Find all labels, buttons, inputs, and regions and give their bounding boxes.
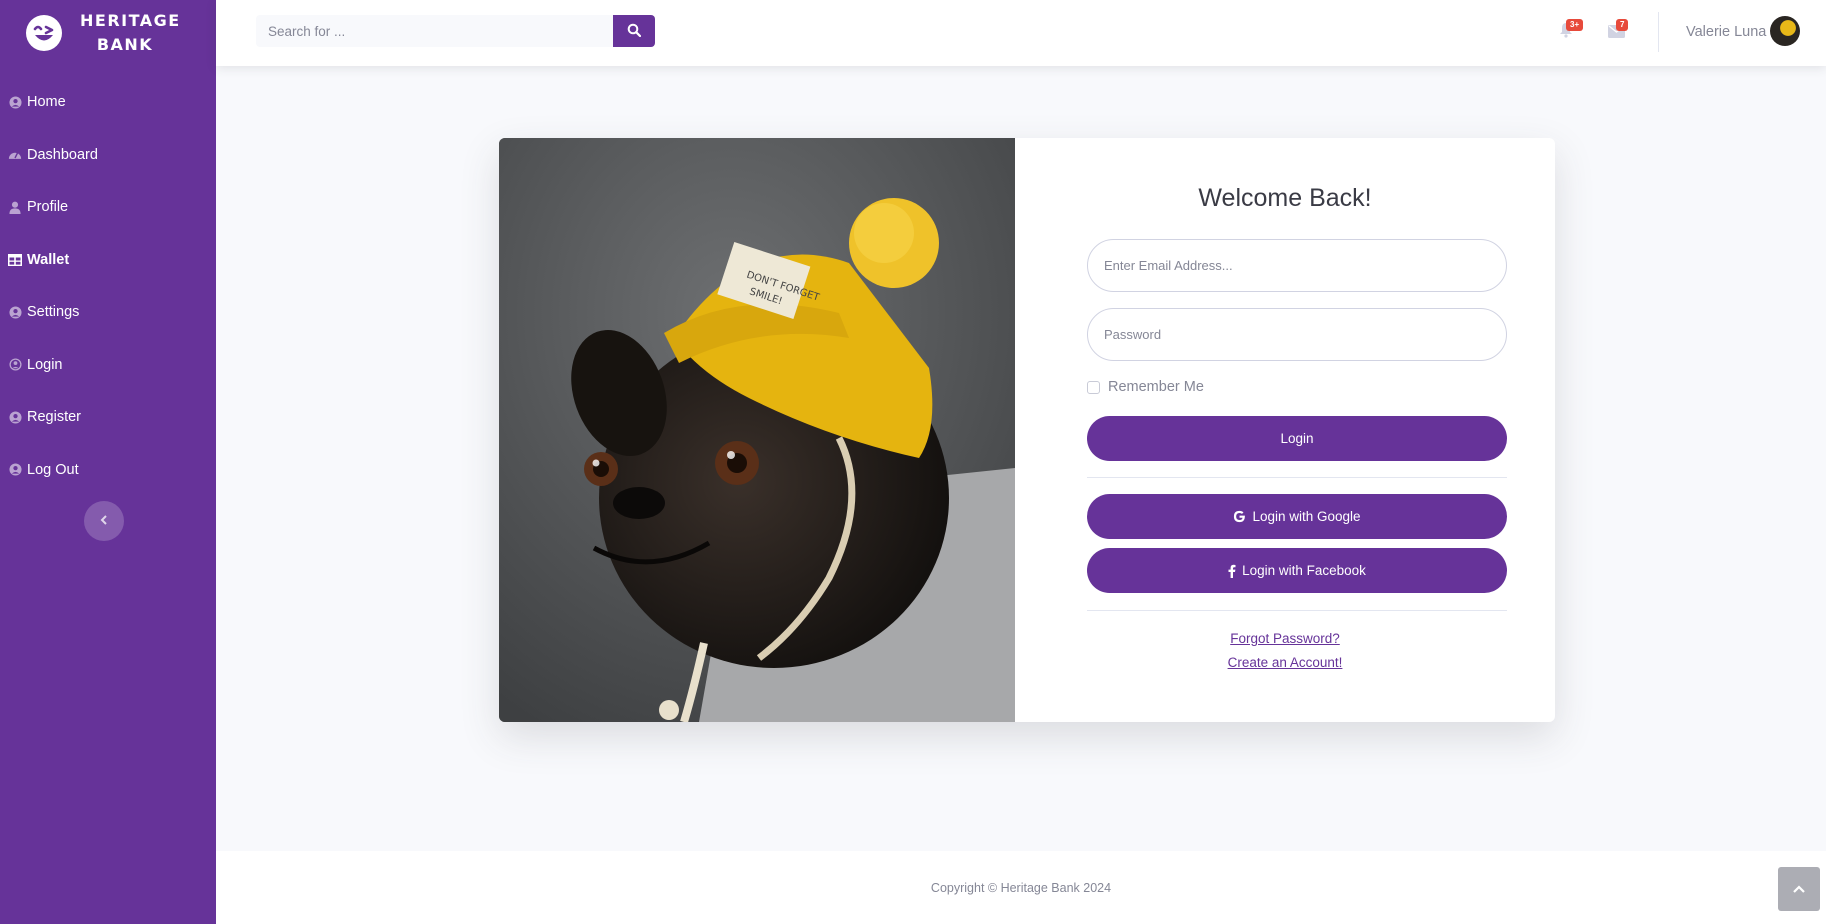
search-bar [256, 15, 656, 47]
footer: Copyright © Heritage Bank 2024 [216, 851, 1826, 924]
messages-badge: 7 [1616, 19, 1629, 31]
sidebar-item-home[interactable]: Home [0, 76, 216, 129]
sidebar-item-label: Wallet [27, 251, 70, 268]
divider [1087, 610, 1507, 611]
sidebar: HERITAGE BANK Home Dashboard Profile Wal… [0, 0, 216, 924]
sidebar-item-label: Register [27, 409, 81, 426]
brand-line2: BANK [96, 35, 154, 54]
remember-checkbox[interactable] [1087, 380, 1100, 394]
avatar[interactable] [1770, 16, 1800, 46]
login-card: DON'T FORGET SMILE! Welcome Back! Rememb… [499, 138, 1555, 722]
remember-label: Remember Me [1108, 379, 1204, 395]
remember-me[interactable]: Remember Me [1087, 379, 1204, 395]
page-title: Welcome Back! [1198, 184, 1372, 212]
login-facebook-label: Login with Facebook [1242, 563, 1366, 578]
sidebar-item-label: Login [27, 356, 63, 373]
scroll-to-top-button[interactable] [1778, 867, 1820, 911]
user-circle-icon [8, 463, 22, 477]
login-button-label: Login [1280, 431, 1314, 446]
create-account-link[interactable]: Create an Account! [1015, 655, 1555, 670]
login-google-label: Login with Google [1252, 509, 1361, 524]
topbar-divider [1658, 12, 1659, 52]
user-circle-icon [8, 410, 22, 424]
user-circle-outline-icon [8, 358, 22, 372]
copyright-text: Copyright © Heritage Bank 2024 [930, 881, 1112, 895]
sidebar-item-label: Home [27, 94, 66, 111]
sidebar-item-dashboard[interactable]: Dashboard [0, 129, 216, 182]
chevron-left-icon [100, 512, 108, 530]
forgot-password-link[interactable]: Forgot Password? [1015, 631, 1555, 646]
facebook-icon [1228, 564, 1236, 578]
sidebar-item-label: Dashboard [27, 146, 98, 163]
alerts-badge: 3+ [1566, 19, 1584, 31]
login-button[interactable]: Login [1087, 416, 1507, 461]
brand-line1: HERITAGE [80, 11, 181, 30]
sidebar-item-logout[interactable]: Log Out [0, 444, 216, 497]
login-form: Welcome Back! Remember Me Login Login wi… [1015, 138, 1555, 722]
messages-button[interactable]: 7 [1608, 19, 1629, 40]
password-field[interactable] [1087, 308, 1507, 361]
email-field[interactable] [1087, 239, 1507, 292]
sidebar-item-profile[interactable]: Profile [0, 181, 216, 234]
tachometer-icon [8, 148, 22, 162]
table-icon [8, 253, 22, 267]
google-icon [1233, 510, 1246, 523]
sidebar-nav: Home Dashboard Profile Wallet Settings L… [0, 76, 216, 496]
user-name[interactable]: Valerie Luna [1686, 24, 1766, 40]
search-button[interactable] [613, 15, 655, 47]
search-input[interactable] [256, 15, 613, 47]
chevron-up-icon [1793, 880, 1805, 898]
sidebar-toggle-button[interactable] [84, 501, 124, 541]
login-google-button[interactable]: Login with Google [1087, 494, 1507, 539]
alerts-button[interactable]: 3+ [1558, 19, 1584, 40]
user-circle-icon [8, 95, 22, 109]
login-facebook-button[interactable]: Login with Facebook [1087, 548, 1507, 593]
sidebar-item-settings[interactable]: Settings [0, 286, 216, 339]
sidebar-item-wallet[interactable]: Wallet [0, 234, 216, 287]
topbar: 3+ 7 Valerie Luna [216, 0, 1826, 66]
brand-name: HERITAGE BANK [80, 9, 181, 57]
sidebar-item-login[interactable]: Login [0, 339, 216, 392]
sidebar-item-label: Profile [27, 199, 69, 216]
user-circle-icon [8, 305, 22, 319]
search-icon [627, 23, 642, 40]
sidebar-item-label: Settings [27, 304, 80, 321]
sidebar-item-register[interactable]: Register [0, 391, 216, 444]
sidebar-item-label: Log Out [27, 461, 79, 478]
brand[interactable]: HERITAGE BANK [0, 0, 216, 66]
divider [1087, 477, 1507, 478]
user-icon [8, 200, 22, 214]
laughing-face-icon [26, 15, 62, 51]
pug-photo: DON'T FORGET SMILE! [499, 138, 1015, 722]
